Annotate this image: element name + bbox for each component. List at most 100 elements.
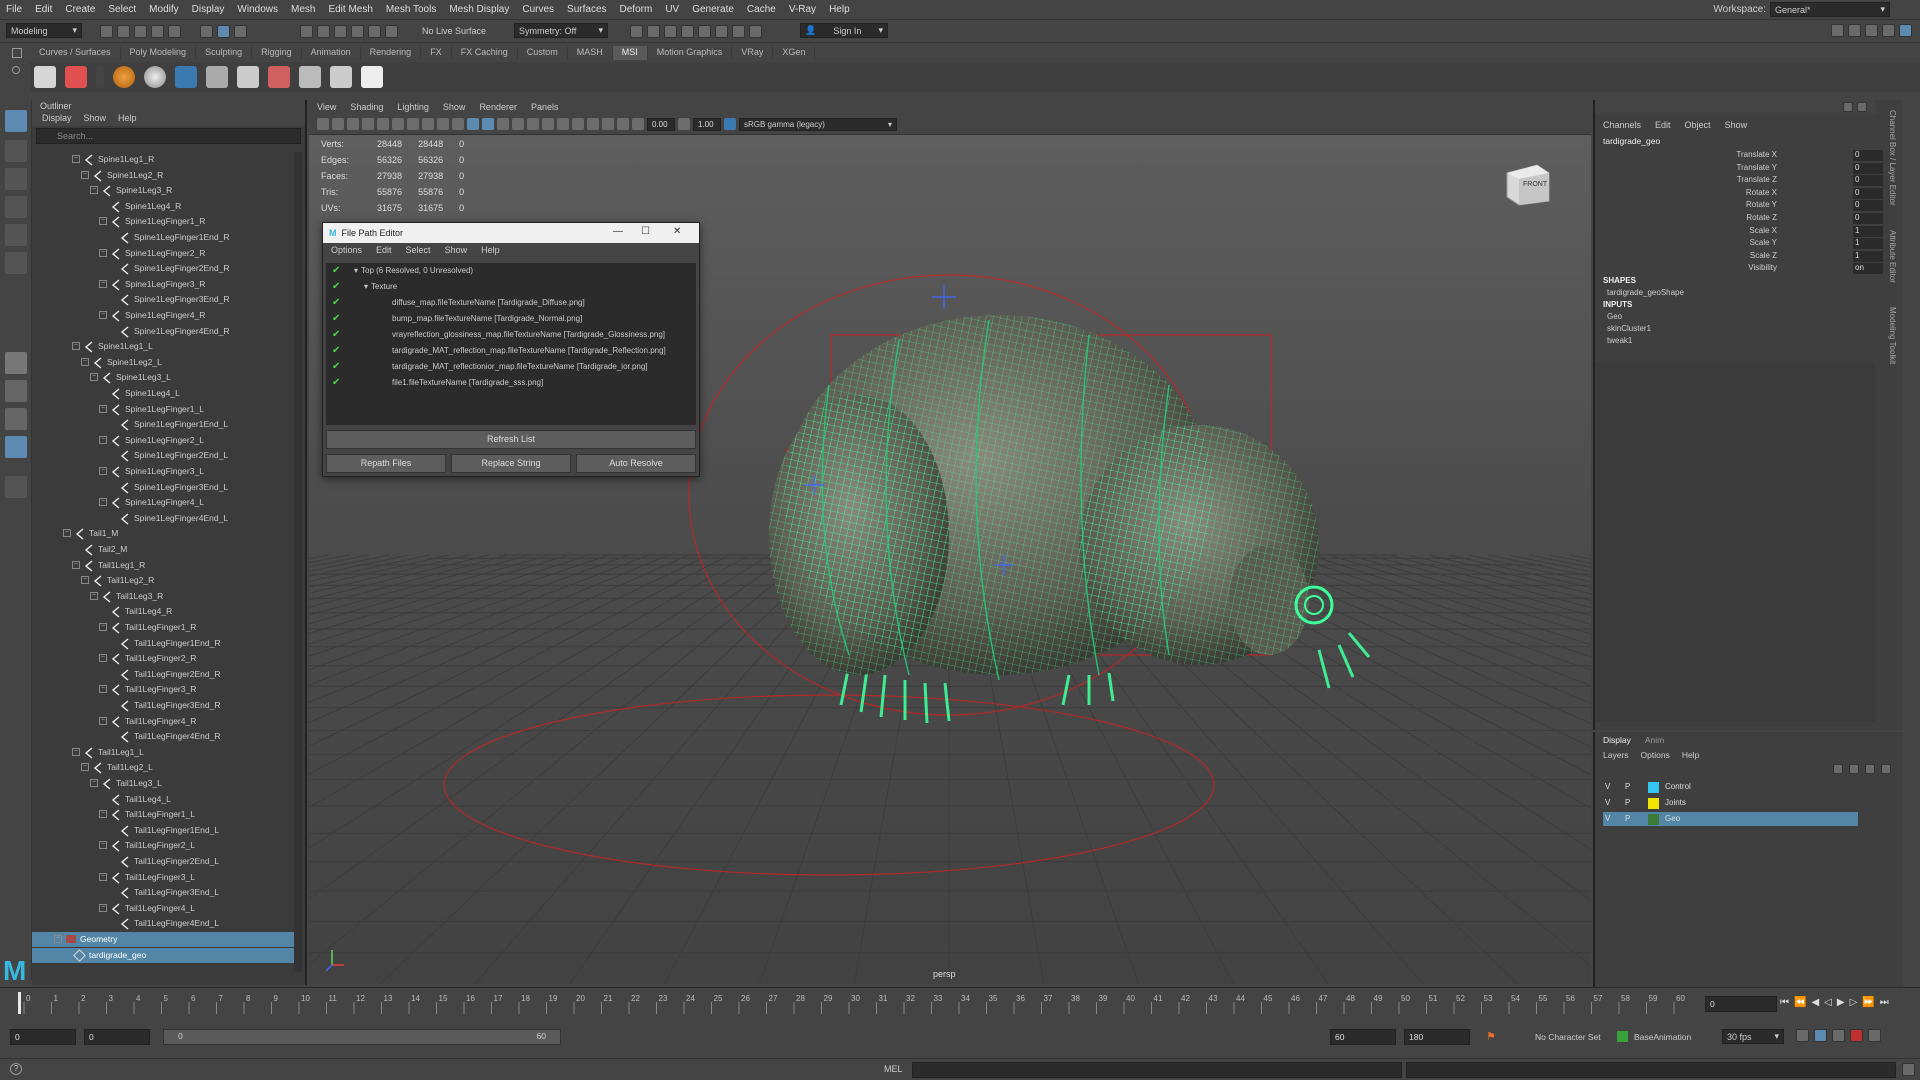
shelf-tab-rendering[interactable]: Rendering: [361, 46, 422, 60]
new-layer-selected-icon[interactable]: [1881, 764, 1891, 774]
fps-dropdown[interactable]: 30 fps ▾: [1722, 1029, 1784, 1044]
outliner-row[interactable]: Spine1LegFinger3End_L: [32, 480, 297, 495]
exposure-icon[interactable]: [632, 118, 644, 130]
layer-playback-toggle[interactable]: P: [1625, 812, 1630, 826]
outliner-row[interactable]: − Spine1LegFinger2_R: [32, 246, 297, 261]
menu-create[interactable]: Create: [65, 4, 95, 15]
script-language-label[interactable]: MEL: [884, 1064, 903, 1074]
file-path-row[interactable]: ✔ vrayreflection_glossiness_map.fileTextu…: [326, 327, 696, 343]
go-to-start-icon[interactable]: ⏮: [1780, 997, 1789, 1008]
outliner-row[interactable]: − Geometry: [32, 932, 297, 947]
gamma-field[interactable]: 1.00: [693, 117, 721, 131]
workspace-dropdown[interactable]: General* ▾: [1770, 2, 1890, 17]
channel-attr-value[interactable]: 1: [1853, 225, 1883, 237]
xray-icon[interactable]: [602, 118, 614, 130]
expand-toggle-icon[interactable]: −: [99, 467, 107, 475]
outliner-row[interactable]: Spine1LegFinger4End_L: [32, 511, 297, 526]
outliner-row[interactable]: Tail2_M: [32, 542, 297, 557]
expand-arrow-icon[interactable]: ▾: [364, 279, 368, 295]
expand-toggle-icon[interactable]: −: [99, 716, 107, 725]
expand-toggle-icon[interactable]: −: [81, 763, 89, 772]
channel-attr-value[interactable]: 0: [1853, 162, 1883, 174]
script-icon[interactable]: [34, 66, 56, 88]
redo-icon[interactable]: [168, 25, 181, 38]
outliner-row[interactable]: Tail1LegFinger2End_R: [32, 667, 297, 682]
channel-attr-value[interactable]: 0: [1853, 150, 1883, 161]
fpe-menu-show[interactable]: Show: [445, 245, 468, 255]
color-space-dropdown[interactable]: sRGB gamma (legacy) ▾: [739, 117, 897, 131]
play-backwards-icon[interactable]: ◁: [1824, 997, 1832, 1008]
outliner-search-input[interactable]: Search...: [36, 128, 301, 144]
cube-tool-icon[interactable]: [237, 66, 259, 88]
shape-node[interactable]: tardigrade_geoShape: [1607, 288, 1684, 297]
fpe-menu-select[interactable]: Select: [406, 245, 431, 255]
file-path-row[interactable]: ✔ ▾ Texture: [326, 279, 696, 295]
layer-row[interactable]: V P Geo: [1603, 812, 1858, 826]
menu-display[interactable]: Display: [192, 4, 225, 15]
refresh-list-button[interactable]: Refresh List: [326, 430, 696, 449]
four-view-icon[interactable]: [5, 380, 27, 402]
outliner-menu-display[interactable]: Display: [42, 113, 72, 125]
menu-uv[interactable]: UV: [665, 4, 679, 15]
shelf-tab-rigging[interactable]: Rigging: [252, 46, 302, 60]
channel-box-icon[interactable]: [1843, 102, 1853, 112]
paint-select-icon[interactable]: [5, 168, 27, 190]
maximize-icon[interactable]: ☐: [641, 226, 650, 237]
viewport-menu-shading[interactable]: Shading: [350, 102, 383, 112]
fpe-menu-edit[interactable]: Edit: [376, 245, 392, 255]
command-input[interactable]: [912, 1062, 1402, 1078]
viewport-menu-show[interactable]: Show: [443, 102, 466, 112]
grid-toggle-icon[interactable]: [377, 118, 389, 130]
textured-icon[interactable]: [497, 118, 509, 130]
fpe-menu-help[interactable]: Help: [481, 245, 500, 255]
expand-toggle-icon[interactable]: −: [99, 903, 107, 912]
outliner-row[interactable]: Tail1LegFinger4End_L: [32, 916, 297, 931]
new-layer-icon[interactable]: [1865, 764, 1875, 774]
layer-visibility-toggle[interactable]: V: [1605, 780, 1610, 794]
layers-menu-layers[interactable]: Layers: [1603, 750, 1629, 760]
box-tool-icon[interactable]: [299, 66, 321, 88]
step-back-key-icon[interactable]: ⏪: [1794, 997, 1806, 1008]
channel-attr-row[interactable]: Rotate X 0: [1595, 187, 1883, 200]
expand-toggle-icon[interactable]: −: [72, 155, 80, 163]
shelf-tab-curves-surfaces[interactable]: Curves / Surfaces: [30, 46, 121, 60]
outliner-row[interactable]: − Spine1LegFinger1_R: [32, 214, 297, 229]
outliner-row[interactable]: − Tail1LegFinger4_R: [32, 714, 297, 729]
expand-toggle-icon[interactable]: −: [99, 217, 107, 226]
sign-in-dropdown[interactable]: 👤 Sign In ▾: [800, 23, 888, 38]
outliner-row[interactable]: − Tail1LegFinger2_L: [32, 838, 297, 853]
isolate-select-icon[interactable]: [587, 118, 599, 130]
menu-mesh-tools[interactable]: Mesh Tools: [386, 4, 436, 15]
expand-toggle-icon[interactable]: −: [99, 810, 107, 819]
layer-playback-toggle[interactable]: P: [1625, 780, 1630, 794]
render-settings-icon[interactable]: [664, 25, 677, 38]
file-path-row[interactable]: ✔ file1.fileTextureName [Tardigrade_sss.p…: [326, 375, 696, 391]
menu-select[interactable]: Select: [108, 4, 136, 15]
expand-arrow-icon[interactable]: ▾: [354, 263, 358, 279]
move-layer-up-icon[interactable]: [1833, 764, 1843, 774]
expand-toggle-icon[interactable]: −: [99, 435, 107, 444]
menu-surfaces[interactable]: Surfaces: [567, 4, 606, 15]
gear-icon[interactable]: [330, 66, 352, 88]
expand-toggle-icon[interactable]: −: [99, 311, 107, 319]
ambient-occlusion-icon[interactable]: [542, 118, 554, 130]
outliner-row[interactable]: − Tail1LegFinger1_L: [32, 807, 297, 822]
outliner-row[interactable]: tardigrade_geo: [32, 947, 297, 963]
input-node[interactable]: Geo: [1607, 312, 1651, 324]
outliner-row[interactable]: − Tail1Leg2_R: [32, 573, 297, 588]
outliner-row[interactable]: Tail1LegFinger4End_R: [32, 729, 297, 744]
snap-point-icon[interactable]: [334, 25, 347, 38]
cb-menu-channels[interactable]: Channels: [1603, 120, 1641, 130]
range-slider[interactable]: 0 60: [163, 1029, 561, 1045]
channel-attr-row[interactable]: Translate X 0: [1595, 150, 1883, 162]
search-icon[interactable]: [5, 476, 27, 498]
vray-pause-icon[interactable]: [749, 25, 762, 38]
anim-layer-label[interactable]: BaseAnimation: [1634, 1032, 1691, 1042]
image-plane-icon[interactable]: [362, 118, 374, 130]
open-scene-icon[interactable]: [117, 25, 130, 38]
cp-tool-icon[interactable]: [65, 66, 87, 88]
character-set-label[interactable]: No Character Set: [1535, 1032, 1601, 1042]
snap-curve-icon[interactable]: [317, 25, 330, 38]
layer-color-swatch[interactable]: [1648, 814, 1659, 825]
channel-attr-value[interactable]: 0: [1853, 175, 1883, 187]
